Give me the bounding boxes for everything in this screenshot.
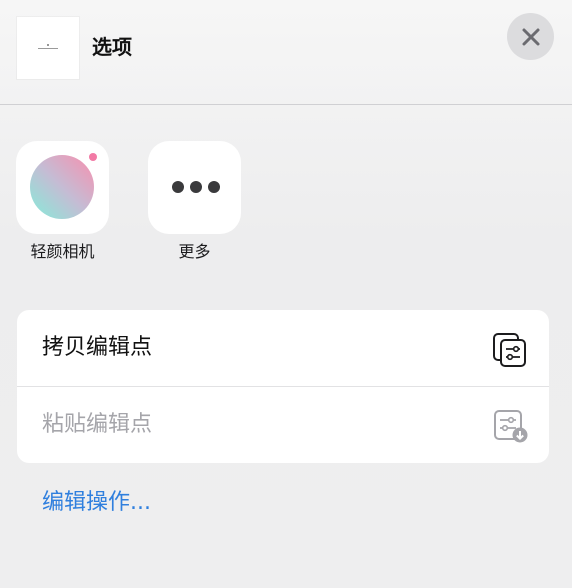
camera-dot: [89, 153, 97, 161]
paste-edits-icon: [494, 410, 528, 443]
app-label: 轻颜相机: [30, 242, 95, 261]
share-sheet: 选项 轻颜相机 更多 拷贝编辑点 粘贴编辑点 编辑操作...: [0, 0, 572, 588]
action-label: 粘贴编辑点: [42, 412, 153, 437]
sheet-title: 选项: [92, 35, 132, 59]
sheet-header: 选项: [0, 0, 572, 105]
actions-list: 拷贝编辑点 粘贴编辑点: [17, 310, 549, 463]
edit-actions-link[interactable]: 编辑操作...: [42, 488, 151, 518]
app-more[interactable]: 更多: [148, 141, 241, 262]
action-label: 拷贝编辑点: [42, 335, 153, 360]
more-dots: [172, 181, 220, 193]
camera-lens-shape: [30, 155, 94, 219]
copy-edits-icon: [493, 333, 526, 367]
thumbnail-mark: [47, 44, 49, 46]
action-paste-edits[interactable]: 粘贴编辑点: [17, 387, 549, 463]
close-button[interactable]: [507, 13, 554, 60]
more-icon: [148, 141, 241, 234]
qingyan-camera-app-icon: [16, 141, 109, 234]
close-icon: [522, 28, 539, 45]
app-label: 更多: [178, 242, 211, 261]
thumbnail-line: [38, 48, 58, 49]
app-qingyan-camera[interactable]: 轻颜相机: [16, 141, 109, 262]
action-copy-edits[interactable]: 拷贝编辑点: [17, 310, 549, 386]
document-thumbnail: [17, 17, 79, 79]
